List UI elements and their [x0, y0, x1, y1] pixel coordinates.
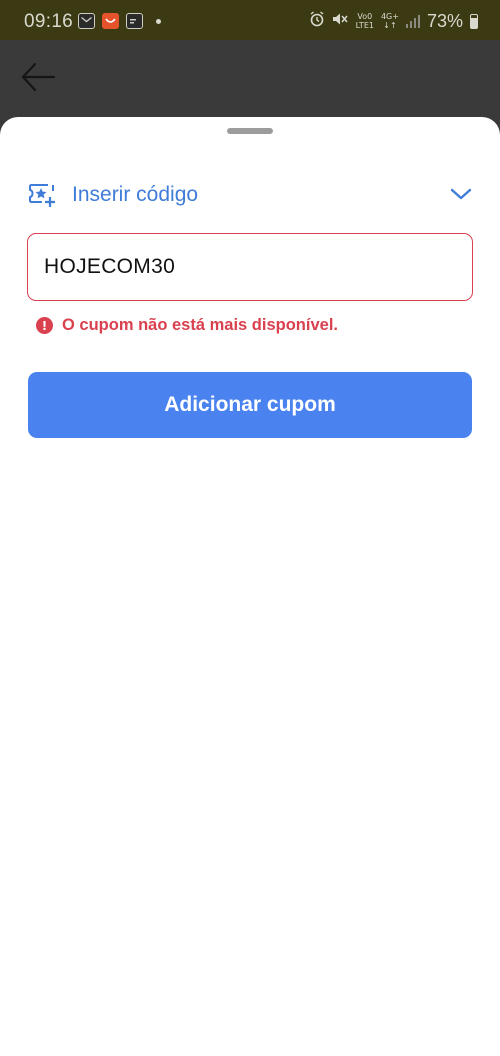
card-icon [126, 13, 143, 29]
battery-icon [470, 13, 478, 29]
arrow-left-icon [21, 62, 56, 92]
mute-icon [332, 11, 349, 31]
insert-code-label: Inserir código [72, 183, 199, 206]
error-alert-icon: ! [36, 317, 53, 334]
sheet-drag-handle[interactable] [227, 128, 273, 134]
network-volte: Vo0 [357, 12, 373, 21]
status-time: 09:16 [24, 11, 74, 32]
error-message: O cupom não está mais disponível. [62, 316, 338, 334]
aliexpress-icon [102, 13, 119, 29]
alarm-icon [309, 11, 325, 31]
network-4g-label: 4G+ [380, 12, 399, 21]
coupon-star-add-icon [29, 184, 55, 207]
mail-icon [78, 13, 95, 29]
dot-icon [156, 18, 161, 24]
insert-code-toggle[interactable]: Inserir código [28, 175, 474, 215]
coupon-bottom-sheet: Inserir código ! O cupom não está mais d… [0, 117, 500, 1056]
network-lte: LTE1 [355, 21, 374, 30]
chevron-down-icon[interactable] [450, 185, 472, 203]
coupon-code-input[interactable] [27, 233, 473, 301]
system-icons: Vo0 LTE1 4G+ ↓↑ 73% [309, 10, 478, 32]
back-button[interactable] [20, 62, 60, 96]
app-header [0, 40, 500, 120]
signal-icon [405, 14, 420, 28]
network-4g: 4G+ ↓↑ [381, 12, 399, 30]
network-indicator: Vo0 LTE1 [356, 12, 374, 30]
data-arrows-icon: ↓↑ [383, 21, 397, 30]
status-bar: 09:16 Vo0 LTE1 4G+ ↓↑ 73% [0, 0, 500, 40]
error-message-row: ! O cupom não está mais disponível. [36, 316, 338, 335]
add-coupon-button[interactable]: Adicionar cupom [28, 372, 472, 438]
notification-icons [78, 12, 161, 30]
battery-percent: 73% [426, 10, 463, 31]
